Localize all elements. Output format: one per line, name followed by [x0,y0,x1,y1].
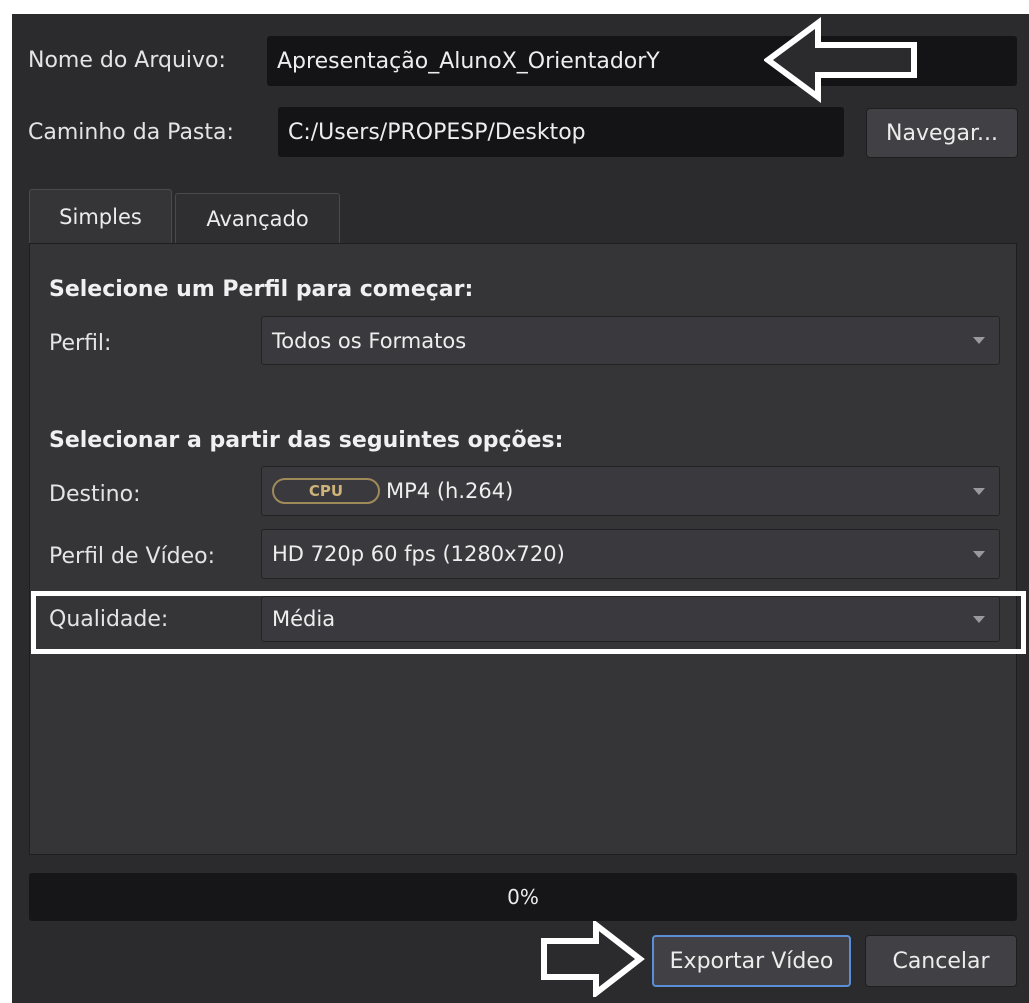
chevron-down-icon [973,487,985,495]
options-heading: Selecionar a partir das seguintes opções… [49,428,564,453]
target-dropdown[interactable]: CPU MP4 (h.264) [261,466,1000,516]
folder-path-label: Caminho da Pasta: [28,120,234,145]
cpu-badge: CPU [272,478,380,504]
quality-highlight-box [31,591,1026,654]
chevron-down-icon [973,550,985,558]
browse-button[interactable]: Navegar... [866,108,1018,158]
video-profile-dropdown[interactable]: HD 720p 60 fps (1280x720) [261,529,1000,579]
export-video-button[interactable]: Exportar Vídeo [652,935,851,987]
cancel-button[interactable]: Cancelar [865,935,1017,987]
tab-avancado[interactable]: Avançado [175,193,340,243]
progress-text: 0% [507,885,539,909]
video-profile-value: HD 720p 60 fps (1280x720) [272,542,565,566]
file-name-value: Apresentação_AlunoX_OrientadorY [277,48,660,74]
video-profile-label: Perfil de Vídeo: [49,544,216,569]
arrow-left-icon [764,17,917,103]
profile-dropdown[interactable]: Todos os Formatos [261,316,1000,365]
file-name-label: Nome do Arquivo: [28,48,226,73]
profile-heading: Selecione um Perfil para começar: [49,277,474,302]
profile-value: Todos os Formatos [272,328,467,353]
arrow-right-icon [541,921,645,997]
folder-path-value: C:/Users/PROPESP/Desktop [288,119,586,145]
target-label: Destino: [49,482,141,507]
target-value: MP4 (h.264) [386,479,514,503]
chevron-down-icon [973,337,985,344]
tab-simples[interactable]: Simples [29,189,172,244]
profile-label: Perfil: [49,331,112,356]
folder-path-input[interactable]: C:/Users/PROPESP/Desktop [278,107,844,157]
export-progress-bar: 0% [29,873,1017,921]
